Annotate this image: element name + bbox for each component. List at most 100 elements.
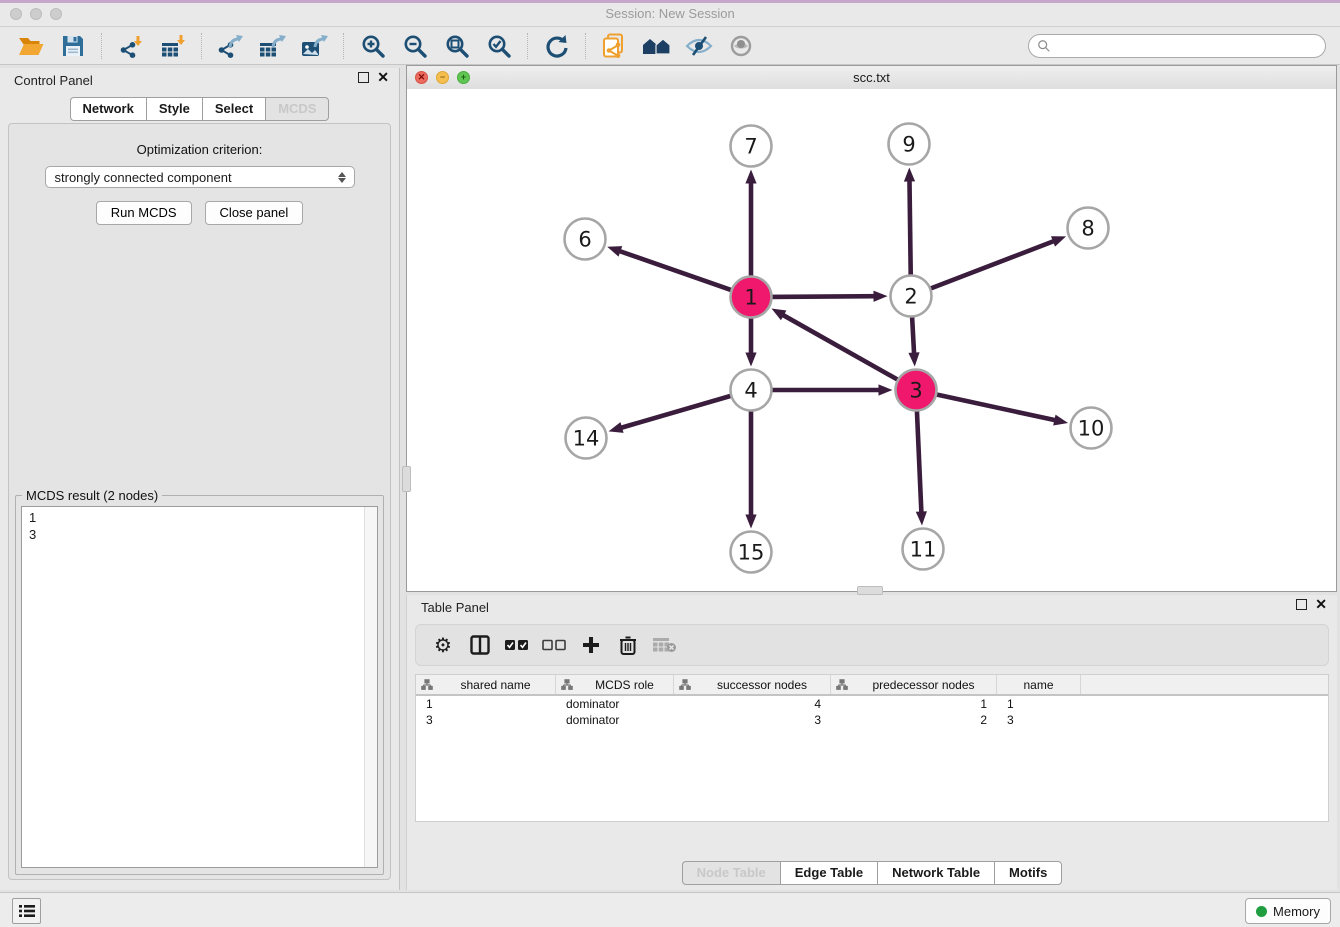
float-table-panel-icon[interactable] <box>1296 599 1307 610</box>
edge-3-10[interactable] <box>933 394 1057 421</box>
edge-1-6[interactable] <box>618 250 735 291</box>
cell-successor-nodes[interactable]: 3 <box>674 712 831 728</box>
horizontal-splitter-handle[interactable] <box>857 586 883 595</box>
edge-2-3[interactable] <box>912 313 914 355</box>
import-network-button[interactable] <box>114 31 148 61</box>
tab-edge-table[interactable]: Edge Table <box>780 861 877 885</box>
graph-node-8[interactable]: 8 <box>1068 208 1109 249</box>
save-button[interactable] <box>56 31 90 61</box>
cell-MCDS-role[interactable]: dominator <box>556 696 674 712</box>
edge-arrowhead <box>904 167 915 181</box>
graph-node-3[interactable]: 3 <box>896 370 937 411</box>
tab-network[interactable]: Network <box>70 97 146 121</box>
tab-mcds[interactable]: MCDS <box>265 97 329 121</box>
cell-name[interactable]: 3 <box>997 712 1081 728</box>
edge-3-11[interactable] <box>917 407 922 514</box>
cell-predecessor-nodes[interactable]: 2 <box>831 712 997 728</box>
import-table-button[interactable] <box>156 31 190 61</box>
select-all-button[interactable] <box>502 630 532 660</box>
network-canvas[interactable]: 7 9 6 8 1 2 4 3 14 10 15 11 <box>407 89 1336 591</box>
tab-network-table[interactable]: Network Table <box>877 861 994 885</box>
column-header-shared-name[interactable]: shared name <box>416 675 556 694</box>
task-history-button[interactable] <box>12 898 41 924</box>
edge-3-1[interactable] <box>781 314 901 381</box>
control-panel-title: Control Panel <box>14 73 93 88</box>
open-folder-icon <box>18 35 44 57</box>
open-folder-button[interactable] <box>14 31 48 61</box>
graph-node-9[interactable]: 9 <box>889 124 930 165</box>
node-table[interactable]: shared name MCDS rolesuccessor nodesprede… <box>415 674 1329 822</box>
deselect-all-button[interactable] <box>539 630 569 660</box>
export-table-button[interactable] <box>256 31 290 61</box>
cell-MCDS-role[interactable]: dominator <box>556 712 674 728</box>
column-header-successor-nodes[interactable]: successor nodes <box>674 675 831 694</box>
edge-1-2[interactable] <box>768 296 876 297</box>
graph-node-1[interactable]: 1 <box>731 277 772 318</box>
edge-2-8[interactable] <box>927 240 1055 289</box>
table-row[interactable]: 3dominator323 <box>416 712 1328 728</box>
columns-button[interactable] <box>465 630 495 660</box>
close-table-panel-icon[interactable]: ✕ <box>1315 599 1327 610</box>
export-image-button[interactable] <box>298 31 332 61</box>
window-titlebar: Session: New Session <box>0 0 1340 27</box>
graph-node-15[interactable]: 15 <box>731 532 772 573</box>
graph-node-7[interactable]: 7 <box>731 126 772 167</box>
new-network-file-button[interactable] <box>598 31 632 61</box>
table-row[interactable]: 1dominator411 <box>416 696 1328 712</box>
edge-4-14[interactable] <box>619 395 734 428</box>
graph-node-11[interactable]: 11 <box>903 529 944 570</box>
zoom-selected-button[interactable] <box>482 31 516 61</box>
column-header-MCDS-role[interactable]: MCDS role <box>556 675 674 694</box>
deselect-all-icon <box>542 639 566 651</box>
node-label: 10 <box>1078 417 1105 441</box>
graph-node-2[interactable]: 2 <box>891 276 932 317</box>
float-panel-icon[interactable] <box>358 72 369 83</box>
hide-eye-button[interactable] <box>682 31 716 61</box>
network-window-titlebar[interactable]: ✕ − + scc.txt <box>407 66 1336 90</box>
trash-button[interactable] <box>613 630 643 660</box>
cell-successor-nodes[interactable]: 4 <box>674 696 831 712</box>
tab-style[interactable]: Style <box>146 97 202 121</box>
zoom-fit-button[interactable] <box>440 31 474 61</box>
run-mcds-button[interactable]: Run MCDS <box>96 201 192 225</box>
graph-node-10[interactable]: 10 <box>1071 408 1112 449</box>
column-label: name <box>997 678 1080 692</box>
column-label: MCDS role <box>576 678 673 692</box>
tab-select[interactable]: Select <box>202 97 265 121</box>
add-row-button[interactable] <box>576 630 606 660</box>
node-label: 6 <box>578 228 591 252</box>
cell-predecessor-nodes[interactable]: 1 <box>831 696 997 712</box>
close-panel-button[interactable]: Close panel <box>205 201 304 225</box>
cell-name[interactable]: 1 <box>997 696 1081 712</box>
cell-shared-name[interactable]: 3 <box>416 712 556 728</box>
tab-node-table[interactable]: Node Table <box>682 861 780 885</box>
zoom-out-button[interactable] <box>398 31 432 61</box>
column-header-predecessor-nodes[interactable]: predecessor nodes <box>831 675 997 694</box>
column-header-name[interactable]: name <box>997 675 1081 694</box>
memory-button[interactable]: Memory <box>1245 898 1331 924</box>
toolbar-separator <box>527 33 529 59</box>
result-scrollbar[interactable] <box>364 507 377 867</box>
export-network-button[interactable] <box>214 31 248 61</box>
refresh-button[interactable] <box>540 31 574 61</box>
gear-button[interactable]: ⚙ <box>428 630 458 660</box>
graph-node-6[interactable]: 6 <box>565 219 606 260</box>
search-input[interactable] <box>1051 36 1325 56</box>
graph-node-4[interactable]: 4 <box>731 370 772 411</box>
tab-motifs[interactable]: Motifs <box>994 861 1062 885</box>
mcds-result-title: MCDS result (2 nodes) <box>22 488 162 503</box>
sort-hierarchy-icon <box>556 679 576 690</box>
close-panel-icon[interactable]: ✕ <box>377 72 389 83</box>
search-box[interactable] <box>1028 34 1326 58</box>
mcds-result-list[interactable]: 13 <box>21 506 378 868</box>
optimization-criterion-select[interactable]: strongly connected component <box>45 166 355 188</box>
home-networks-icon <box>642 35 672 57</box>
add-row-icon <box>582 636 600 654</box>
edge-2-9[interactable] <box>909 178 910 278</box>
show-eye-disabled-button[interactable] <box>724 31 758 61</box>
cell-shared-name[interactable]: 1 <box>416 696 556 712</box>
graph-node-14[interactable]: 14 <box>566 418 607 459</box>
home-networks-button[interactable] <box>640 31 674 61</box>
zoom-in-button[interactable] <box>356 31 390 61</box>
vertical-splitter-handle[interactable] <box>402 466 411 492</box>
